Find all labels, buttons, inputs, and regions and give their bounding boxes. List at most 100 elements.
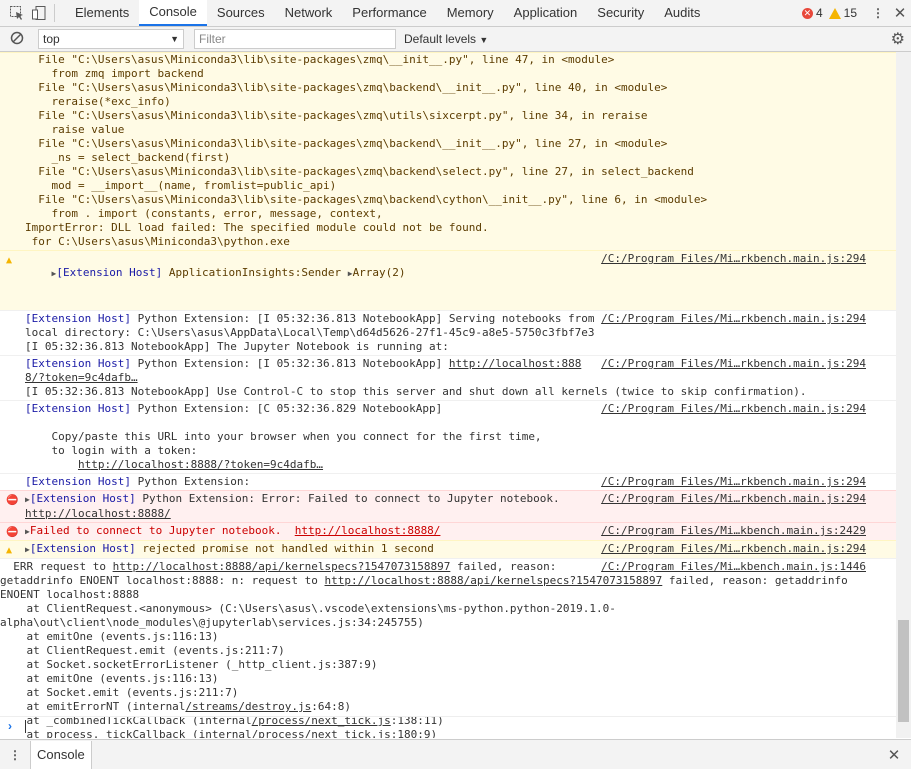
stack-frame: at ClientRequest.<anonymous> (C:\Users\a… [0,602,616,615]
text-caret [25,720,26,733]
url-link[interactable]: http://localhost:8888/api/kernelspecs?15… [113,560,451,573]
source-link[interactable]: /C:/Program Files/Mi…rkbench.main.js:294 [601,357,866,371]
stack-frame: at ClientRequest.emit (events.js:211:7) [0,644,285,657]
stack-frame: at emitErrorNT (internal [0,700,186,713]
log-levels-dropdown[interactable]: Default levels ▼ [404,32,488,46]
tab-application[interactable]: Application [504,0,588,26]
message-text: to login with a token: [25,444,198,457]
source-link[interactable]: /C:/Program Files/Mi…rkbench.main.js:294 [601,312,866,326]
traceback-line: File "C:\Users\asus\Miniconda3\lib\site-… [25,53,615,66]
tab-network[interactable]: Network [275,0,343,26]
divider [54,4,55,22]
message-text: rejected promise not handled within 1 se… [135,542,434,555]
filter-input[interactable]: Filter [194,29,396,49]
message-prefix: [Extension Host] [29,542,136,555]
traceback-message: File "C:\Users\asus\Miniconda3\lib\site-… [0,52,896,250]
close-devtools-icon[interactable]: ✕ [889,4,911,22]
console-message: ERR request to http://localhost:8888/api… [0,558,896,738]
traceback-lines: File "C:\Users\asus\Miniconda3\lib\site-… [25,53,896,249]
inspect-element-icon[interactable] [6,2,28,24]
message-text: Copy/paste this URL into your browser wh… [25,430,542,443]
message-text: Python Extension: Error: Failed to conne… [135,492,560,505]
traceback-line: from zmq import backend [25,67,204,80]
traceback-line: for C:\Users\asus\Miniconda3\python.exe [25,235,290,248]
traceback-line: _ns = select_backend(first) [25,151,231,164]
gear-icon[interactable]: ⚙ [891,29,905,49]
url-link[interactable]: http://localhost:888 [449,357,581,370]
url-link[interactable]: 8/?token=9c4dafb… [25,371,138,384]
tab-audits[interactable]: Audits [654,0,710,26]
error-count: 4 [815,6,823,20]
message-text: [I 05:32:36.813 NotebookApp] Use Control… [25,385,807,398]
message-text: Python Extension: [C 05:32:36.829 Notebo… [130,402,443,415]
traceback-line: raise value [25,123,125,136]
console-message: [Extension Host] Python Extension: /C:/Pr… [0,473,896,490]
traceback-line: File "C:\Users\asus\Miniconda3\lib\site-… [25,165,694,178]
console-error: ⛔ ▶Failed to connect to Jupyter notebook.… [0,522,896,540]
traceback-line: File "C:\Users\asus\Miniconda3\lib\site-… [25,193,708,206]
message-text: failed, reason: getaddrinfo [662,574,848,587]
url-link[interactable]: http://localhost:8888/api/kernelspecs?15… [325,574,663,587]
stack-frame: :64:8) [311,700,352,713]
url-link[interactable]: http://localhost:8888/?token=9c4dafb… [78,458,323,471]
stack-frame: alpha\out\client\node_modules\@jupyterla… [0,616,424,629]
console-message: [Extension Host] Python Extension: [C 05… [0,400,896,473]
source-link[interactable]: /C:/Program Files/Mi…rkbench.main.js:294 [601,542,866,556]
message-text: Failed to connect to Jupyter notebook. [29,524,295,537]
traceback-line: File "C:\Users\asus\Miniconda3\lib\site-… [25,137,668,150]
error-icon: ⛔ [6,495,19,506]
clear-console-icon[interactable] [10,31,24,48]
traceback-line: File "C:\Users\asus\Miniconda3\lib\site-… [25,109,648,122]
console-message: [Extension Host] Python Extension: [I 05… [0,310,896,355]
context-value: top [43,32,60,46]
message-prefix: [Extension Host] [25,312,131,325]
drawer-menu-icon[interactable]: ⋮ [0,748,30,762]
more-options-icon[interactable]: ⋮ [867,6,889,20]
stack-link[interactable]: /streams/destroy.js [185,700,311,713]
source-link[interactable]: /C:/Program Files/Mi…rkbench.main.js:294 [601,475,866,489]
scrollbar-thumb[interactable] [898,620,909,722]
source-link[interactable]: /C:/Program Files/Mi…rkbench.main.js:294 [601,402,866,416]
traceback-line: reraise(*exc_info) [25,95,171,108]
tab-memory[interactable]: Memory [437,0,504,26]
traceback-line: ImportError: DLL load failed: The specif… [25,221,489,234]
warning-icon: ▲ [6,255,13,266]
traceback-line: mod = __import__(name, fromlist=public_a… [25,179,337,192]
drawer-tab-console[interactable]: Console [30,740,92,769]
tab-performance[interactable]: Performance [342,0,436,26]
stack-frame: at Socket.emit (events.js:211:7) [0,686,239,699]
message-text: Python Extension: [130,475,251,488]
message-prefix: [Extension Host] [25,402,131,415]
traceback-line: from . import (constants, error, message… [25,207,383,220]
array-preview[interactable]: Array(2) [353,266,406,279]
context-selector[interactable]: top ▼ [38,29,184,49]
stack-frame: at emitOne (events.js:116:13) [0,672,219,685]
source-link[interactable]: /C:/Program Files/Mi…kbench.main.js:2429 [601,524,866,538]
console-prompt[interactable]: › [0,716,896,737]
message-prefix: [Extension Host] [56,266,163,279]
message-prefix: [Extension Host] [25,357,131,370]
error-icon: ✕ [801,7,813,19]
tab-security[interactable]: Security [587,0,654,26]
source-link[interactable]: /C:/Program Files/Mi…rkbench.main.js:294 [601,252,866,266]
message-text: ERR request to [13,560,113,573]
device-toolbar-icon[interactable] [28,2,50,24]
url-link[interactable]: http://localhost:8888/ [25,507,171,520]
error-icon: ⛔ [6,527,19,538]
tab-console[interactable]: Console [139,0,207,26]
console-messages: File "C:\Users\asus\Miniconda3\lib\site-… [0,52,896,738]
log-levels-label: Default levels [404,32,477,46]
prompt-chevron-icon: › [8,719,12,733]
source-link[interactable]: /C:/Program Files/Mi…kbench.main.js:1446 [601,560,866,574]
message-prefix: [Extension Host] [29,492,136,505]
close-drawer-icon[interactable]: ✕ [883,746,905,764]
drawer-bar: ⋮ Console ✕ [0,739,911,769]
tab-sources[interactable]: Sources [207,0,275,26]
issue-counts[interactable]: ✕ 4 15 [801,6,857,20]
url-link[interactable]: http://localhost:8888/ [295,524,441,537]
scrollbar[interactable] [896,52,911,738]
tab-elements[interactable]: Elements [65,0,139,26]
source-link[interactable]: /C:/Program Files/Mi…rkbench.main.js:294 [601,492,866,506]
warning-icon [828,7,841,19]
console-toolbar: top ▼ Filter Default levels ▼ ⚙ [0,27,911,52]
